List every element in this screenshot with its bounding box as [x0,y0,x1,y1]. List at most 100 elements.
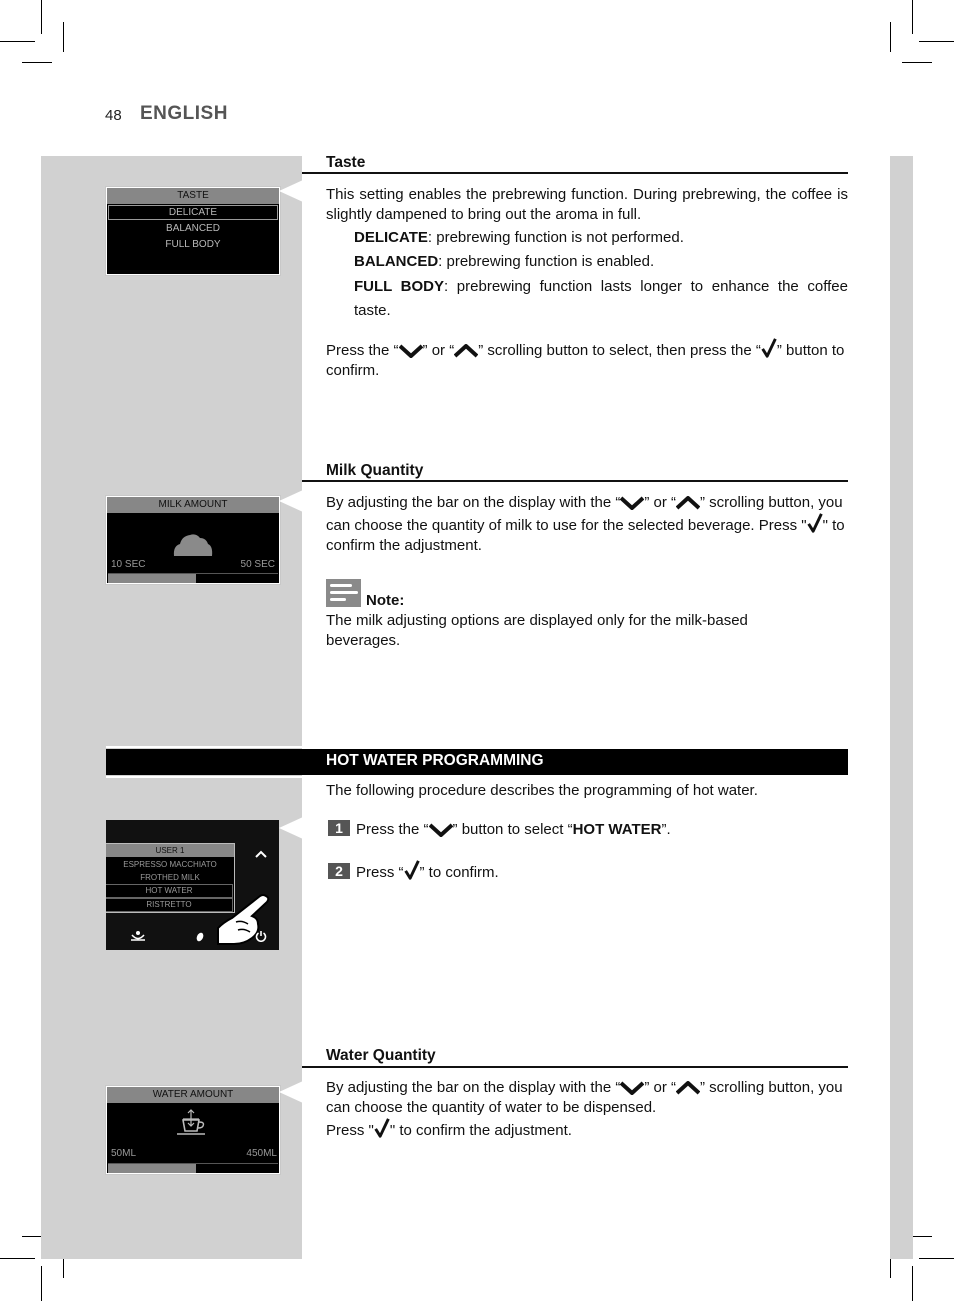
text: Press the “ [356,821,429,838]
checkmark-icon [807,513,823,533]
taste-instruction: Press the “ ” or “ ” scrolling button to s… [326,338,848,381]
chevron-down-icon [429,823,453,837]
note-text: The milk adjusting options are displayed… [326,612,748,649]
hot-water-cup-icon [177,1109,205,1135]
chevron-up-button[interactable] [255,850,267,858]
chevron-up-icon [676,1081,700,1095]
milk-foam-icon [173,534,213,556]
crop-mark [41,0,42,34]
checkmark-icon [404,860,420,880]
crop-mark [919,1258,954,1259]
water-level-fill [108,1164,197,1173]
step-number: 1 [328,820,350,836]
text: HOT WATER [572,821,662,838]
text: Press " [326,1122,374,1139]
menu-item[interactable]: FROTHED MILK [106,871,234,884]
section-title-milk-quantity: Milk Quantity [326,462,424,479]
note-label: Note: [366,592,405,609]
right-gray-strip [890,156,913,1259]
power-icon[interactable] [255,930,267,942]
chevron-up-icon [676,496,700,510]
note-icon [326,579,361,607]
milk-amount-display: MILK AMOUNT 10 SEC 50 SEC [106,496,280,584]
page-number: 48 [105,107,122,124]
text: ” button to select “ [452,821,573,838]
option-term: BALANCED [354,253,439,270]
chevron-down-icon [620,1081,644,1095]
water-description: By adjusting the bar on the display with… [326,1078,848,1141]
machine-panel: USER 1 ESPRESSO MACCHIATO FROTHED MILK H… [106,820,279,950]
min-label: 50ML [111,1148,137,1159]
coffee-bean-icon[interactable] [196,932,204,942]
section-rule [302,172,848,174]
hot-water-intro: The following procedure describes the pr… [326,782,758,799]
water-amount-display: WATER AMOUNT 50ML 450ML [106,1086,280,1174]
text: ” or “ [644,1079,677,1096]
crop-mark [890,22,891,52]
milk-level-slider[interactable] [108,573,278,583]
milk-description: By adjusting the bar on the display with… [326,493,848,556]
menu-item[interactable]: ESPRESSO MACCHIATO [106,858,234,871]
crop-mark [912,0,913,34]
chevron-up-icon [454,344,478,358]
water-level-slider[interactable] [108,1163,278,1173]
step-2: 2 Press “ ” to confirm. [328,860,850,883]
crop-mark [22,62,52,63]
taste-option-balanced: BALANCED: prebrewing function is enabled… [326,252,876,272]
section-rule [302,1066,848,1068]
callout-pointer [279,817,303,839]
language-heading: ENGLISH [140,103,228,124]
step-1: 1 Press the “ ” button to select “HOT WATE… [328,820,850,840]
text: ” or “ [422,342,455,359]
step-number: 2 [328,863,350,879]
display-header: WATER AMOUNT [107,1087,279,1103]
crop-mark [902,62,932,63]
text: ” to confirm. [419,864,499,881]
text: Press the “ [326,342,399,359]
coffee-strength-icon[interactable] [130,930,146,942]
callout-pointer [279,180,303,202]
text: ”. [661,821,671,838]
taste-option-delicate: DELICATE: prebrewing function is not per… [326,228,876,248]
menu-header: USER 1 [106,844,234,857]
display-header: TASTE [107,188,279,204]
option-term: FULL BODY [354,278,445,295]
callout-pointer [279,1081,303,1103]
taste-display: TASTE DELICATE BALANCED FULL BODY [106,187,280,275]
display-item[interactable]: FULL BODY [107,237,279,253]
milk-level-fill [108,574,197,583]
taste-option-full-body: FULL BODY: prebrewing function lasts lon… [326,275,848,323]
chevron-down-icon [620,496,644,510]
taste-intro: This setting enables the prebrewing func… [326,186,848,223]
divider [106,746,302,748]
crop-mark [0,1258,35,1259]
section-title-taste: Taste [326,154,366,171]
crop-mark [919,41,954,42]
divider [106,776,302,778]
max-label: 450ML [246,1148,277,1159]
crop-mark [63,22,64,52]
option-term: DELICATE [354,229,428,246]
display-item[interactable]: BALANCED [107,221,279,237]
text: ” scrolling button to select, then press… [478,342,761,359]
checkmark-icon [374,1118,390,1138]
min-label: 10 SEC [111,559,146,570]
section-title-water-quantity: Water Quantity [326,1047,436,1064]
callout-pointer [279,490,303,512]
display-header: MILK AMOUNT [107,497,279,513]
checkmark-icon [761,338,777,358]
display-item-selected[interactable]: DELICATE [108,205,278,220]
chevron-down-icon [399,344,423,358]
option-desc: : prebrewing function is enabled. [438,253,655,270]
banner-title: HOT WATER PROGRAMMING [326,752,544,769]
crop-mark [41,1266,42,1301]
section-rule [302,480,848,482]
text: ” or “ [644,494,677,511]
text: By adjusting the bar on the display with… [326,494,621,511]
crop-mark [0,41,35,42]
text: " to confirm the adjustment. [389,1122,572,1139]
crop-mark [912,1266,913,1301]
text: Press “ [356,864,404,881]
text: By adjusting the bar on the display with… [326,1079,621,1096]
option-desc: : prebrewing function is not performed. [427,229,684,246]
